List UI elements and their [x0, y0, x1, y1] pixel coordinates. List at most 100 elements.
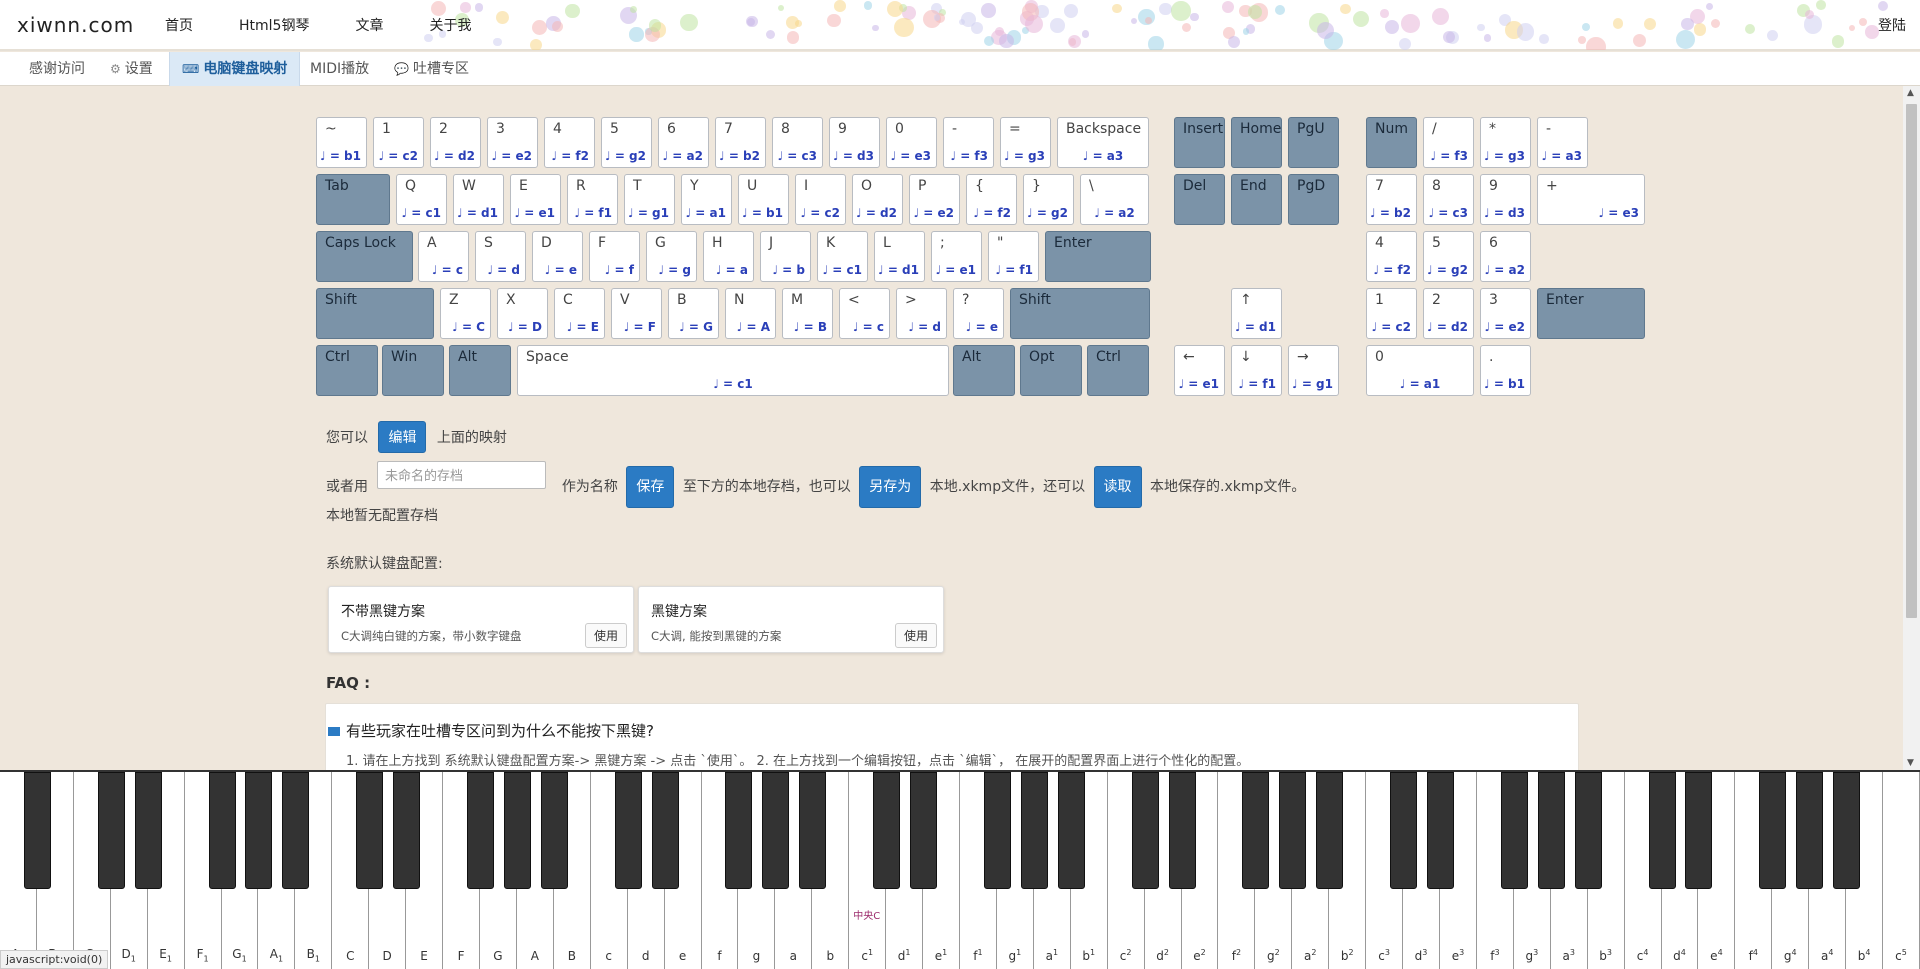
piano-black-key[interactable] — [356, 772, 384, 889]
key-1[interactable]: 1 ♩ = c2 — [1366, 288, 1417, 339]
key-b[interactable]: B ♩ = G — [668, 288, 719, 339]
nav-link-piano[interactable]: Html5钢琴 — [239, 15, 309, 35]
key-2[interactable]: 2 ♩ = d2 — [1423, 288, 1474, 339]
key-symbol[interactable]: ← ♩ = e1 — [1174, 345, 1225, 396]
key-symbol[interactable]: * ♩ = g3 — [1480, 117, 1531, 168]
piano-black-key[interactable] — [1648, 772, 1676, 889]
key-2[interactable]: 2 ♩ = d2 — [430, 117, 481, 168]
save-button[interactable]: 保存 — [626, 466, 675, 508]
key-k[interactable]: K ♩ = c1 — [817, 231, 868, 282]
piano-black-key[interactable] — [503, 772, 531, 889]
nav-link-about[interactable]: 关于我 — [429, 15, 471, 35]
key-q[interactable]: Q ♩ = c1 — [396, 174, 447, 225]
piano-black-key[interactable] — [282, 772, 310, 889]
key-ctrl[interactable]: Ctrl — [316, 345, 378, 396]
piano-black-key[interactable] — [1833, 772, 1861, 889]
tab-comments[interactable]: 💬 吐槽专区 — [382, 52, 481, 86]
key-space[interactable]: Space ♩ = c1 — [517, 345, 949, 396]
key-tab[interactable]: Tab — [316, 174, 390, 225]
piano-black-key[interactable] — [1537, 772, 1565, 889]
key-0[interactable]: 0 ♩ = e3 — [886, 117, 937, 168]
use-preset-button[interactable]: 使用 — [584, 623, 627, 648]
key-symbol[interactable]: ; ♩ = e1 — [931, 231, 982, 282]
key-3[interactable]: 3 ♩ = e2 — [1480, 288, 1531, 339]
piano-black-key[interactable] — [799, 772, 827, 889]
key-enter[interactable]: Enter — [1537, 288, 1645, 339]
tab-settings[interactable]: ⚙ 设置 — [98, 52, 165, 86]
piano-black-key[interactable] — [1131, 772, 1159, 889]
piano-black-key[interactable] — [725, 772, 753, 889]
piano-black-key[interactable] — [762, 772, 790, 889]
scroll-down-icon[interactable]: ▼ — [1907, 758, 1914, 768]
key-symbol[interactable]: → ♩ = g1 — [1288, 345, 1339, 396]
key-symbol[interactable]: } ♩ = g2 — [1023, 174, 1074, 225]
key-win[interactable]: Win — [382, 345, 444, 396]
key-s[interactable]: S ♩ = d — [475, 231, 526, 282]
edit-button[interactable]: 编辑 — [378, 421, 427, 453]
key-home[interactable]: Home — [1231, 117, 1282, 168]
piano-black-key[interactable] — [1242, 772, 1270, 889]
key-9[interactable]: 9 ♩ = d3 — [829, 117, 880, 168]
key-opt[interactable]: Opt — [1020, 345, 1082, 396]
key-p[interactable]: P ♩ = e2 — [909, 174, 960, 225]
key-symbol[interactable]: > ♩ = d — [896, 288, 947, 339]
key-symbol[interactable]: ~ ♩ = b1 — [316, 117, 367, 168]
key-1[interactable]: 1 ♩ = c2 — [373, 117, 424, 168]
piano-black-key[interactable] — [134, 772, 162, 889]
key-symbol[interactable]: ↓ ♩ = f1 — [1231, 345, 1282, 396]
key-9[interactable]: 9 ♩ = d3 — [1480, 174, 1531, 225]
key-x[interactable]: X ♩ = D — [497, 288, 548, 339]
key-a[interactable]: A ♩ = c — [418, 231, 469, 282]
piano-black-key[interactable] — [1427, 772, 1454, 889]
scrollbar-thumb[interactable] — [1906, 104, 1917, 618]
faq-question[interactable]: 有些玩家在吐槽专区问到为什么不能按下黑键? — [346, 720, 654, 741]
key-pgu[interactable]: PgU — [1288, 117, 1339, 168]
key-symbol[interactable]: - ♩ = a3 — [1537, 117, 1588, 168]
key-shift[interactable]: Shift — [1010, 288, 1150, 339]
scroll-up-icon[interactable]: ▲ — [1907, 88, 1914, 98]
nav-link-home[interactable]: 首页 — [165, 15, 193, 35]
key-symbol[interactable]: {♩ = f2 — [966, 174, 1017, 225]
key-5[interactable]: 5 ♩ = g2 — [1423, 231, 1474, 282]
key-symbol[interactable]: ↑ ♩ = d1 — [1231, 288, 1282, 339]
key-6[interactable]: 6 ♩ = a2 — [1480, 231, 1531, 282]
key-8[interactable]: 8 ♩ = c3 — [1423, 174, 1474, 225]
key-symbol[interactable]: < ♩ = c — [839, 288, 890, 339]
key-m[interactable]: M ♩ = B — [782, 288, 833, 339]
key-enter[interactable]: Enter — [1045, 231, 1151, 282]
key-backspace[interactable]: Backspace ♩ = a3 — [1057, 117, 1149, 168]
vertical-scrollbar[interactable]: ▲ ▼ — [1903, 86, 1920, 770]
key-c[interactable]: C ♩ = E — [554, 288, 605, 339]
key-d[interactable]: D ♩ = e — [532, 231, 583, 282]
key-o[interactable]: O ♩ = d2 — [852, 174, 903, 225]
key-3[interactable]: 3 ♩ = e2 — [487, 117, 538, 168]
key-end[interactable]: End — [1231, 174, 1282, 225]
piano-black-key[interactable] — [910, 772, 938, 889]
key-v[interactable]: V ♩ = F — [611, 288, 662, 339]
key-8[interactable]: 8 ♩ = c3 — [772, 117, 823, 168]
key-e[interactable]: E ♩ = e1 — [510, 174, 561, 225]
key-5[interactable]: 5 ♩ = g2 — [601, 117, 652, 168]
key-num[interactable]: Num — [1366, 117, 1417, 168]
key-l[interactable]: L ♩ = d1 — [874, 231, 925, 282]
key-j[interactable]: J ♩ = b — [760, 231, 811, 282]
piano-black-key[interactable] — [1168, 772, 1196, 889]
key-shift[interactable]: Shift — [316, 288, 434, 339]
piano-black-key[interactable] — [983, 772, 1011, 889]
save-as-button[interactable]: 另存为 — [859, 466, 922, 508]
piano-black-key[interactable] — [1020, 772, 1048, 889]
piano-black-key[interactable] — [97, 772, 125, 889]
key-6[interactable]: 6 ♩ = a2 — [658, 117, 709, 168]
key-z[interactable]: Z ♩ = C — [440, 288, 491, 339]
key-symbol[interactable]: \ ♩ = a2 — [1080, 174, 1149, 225]
key-symbol[interactable]: + ♩ = e3 — [1537, 174, 1645, 225]
piano-black-key[interactable] — [540, 772, 568, 889]
key-h[interactable]: H ♩ = a — [703, 231, 754, 282]
key-insert[interactable]: Insert — [1174, 117, 1225, 168]
piano-black-key[interactable] — [467, 772, 494, 889]
key-del[interactable]: Del — [1174, 174, 1225, 225]
key-symbol[interactable]: " ♩ = f1 — [988, 231, 1039, 282]
piano-black-key[interactable] — [1279, 772, 1307, 889]
site-brand[interactable]: xiwnn.com — [17, 13, 134, 37]
key-7[interactable]: 7 ♩ = b2 — [715, 117, 766, 168]
